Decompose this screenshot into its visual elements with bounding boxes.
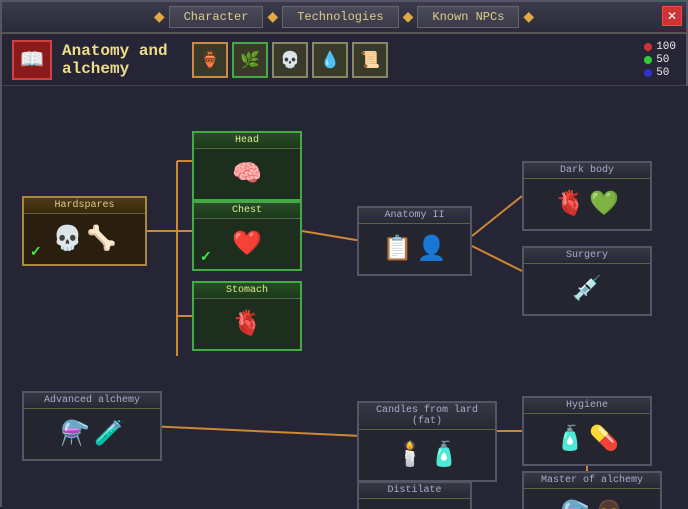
header-icon-4[interactable]: 💧 [312, 42, 348, 78]
header-title: Anatomy andalchemy [62, 42, 182, 78]
distilate-body: ⚗️ [396, 499, 434, 509]
hygiene-title: Hygiene [524, 398, 650, 414]
anatomy2-icon-1: 📋 [383, 234, 413, 264]
nav-bar: ◆ Character ◆ Technologies ◆ Known NPCs … [2, 2, 686, 34]
node-stomach[interactable]: Stomach 🫀 [192, 281, 302, 351]
header-main-icon: 📖 [12, 40, 52, 80]
node-candles[interactable]: Candles from lard (fat) 🕯️ 🧴 [357, 401, 497, 482]
chest-title: Chest [194, 203, 300, 219]
close-button[interactable]: ✕ [662, 6, 682, 26]
res-val-green: 50 [656, 54, 669, 66]
candles-body: 🕯️ 🧴 [391, 430, 463, 480]
node-dark-body[interactable]: Dark body 🫀 💚 [522, 161, 652, 231]
surgery-title: Surgery [524, 248, 650, 264]
res-val-red: 100 [656, 41, 676, 53]
header-icons: 🏺 🌿 💀 💧 📜 [192, 42, 388, 78]
candles-title: Candles from lard (fat) [359, 403, 495, 430]
hygiene-icon-1: 🧴 [555, 424, 585, 454]
node-hygiene[interactable]: Hygiene 🧴 💊 [522, 396, 652, 466]
nav-diamond-left: ◆ [154, 9, 165, 26]
header-icon-3[interactable]: 💀 [272, 42, 308, 78]
anatomy2-body: 📋 👤 [379, 224, 451, 274]
res-dot-red [644, 43, 652, 51]
master-alchemy-title: Master of alchemy [524, 473, 660, 489]
advanced-alchemy-icon-2: 🧪 [94, 419, 124, 449]
surgery-icon: 💉 [572, 274, 602, 304]
node-advanced-alchemy[interactable]: Advanced alchemy ⚗️ 🧪 [22, 391, 162, 461]
game-window: ◆ Character ◆ Technologies ◆ Known NPCs … [0, 0, 688, 507]
node-head[interactable]: Head 🧠 [192, 131, 302, 201]
tab-character[interactable]: Character [169, 6, 264, 28]
header-icon-5[interactable]: 📜 [352, 42, 388, 78]
candles-icon-2: 🧴 [429, 440, 459, 470]
stomach-icon: 🫀 [232, 309, 262, 339]
header-row: 📖 Anatomy andalchemy 🏺 🌿 💀 💧 📜 100 50 50 [2, 34, 686, 86]
resource-green: 50 [644, 54, 676, 66]
nav-diamond-right: ◆ [523, 9, 534, 26]
hardspares-icon-bone: 🦴 [87, 224, 117, 254]
advanced-alchemy-body: ⚗️ 🧪 [56, 409, 128, 459]
head-icon: 🧠 [232, 159, 262, 189]
res-dot-blue [644, 69, 652, 77]
header-icon-1[interactable]: 🏺 [192, 42, 228, 78]
main-area: Hardspares 💀 🦴 ✓ Head 🧠 Chest ❤️ ✓ Stoma… [2, 86, 688, 509]
tab-known-npcs[interactable]: Known NPCs [417, 6, 519, 28]
node-master-alchemy[interactable]: Master of alchemy ⚗️ 👨 [522, 471, 662, 509]
res-val-blue: 50 [656, 67, 669, 79]
hardspares-icon-skull: 💀 [53, 224, 83, 254]
node-hardspares[interactable]: Hardspares 💀 🦴 ✓ [22, 196, 147, 266]
candles-icon-1: 🕯️ [395, 440, 425, 470]
anatomy2-title: Anatomy II [359, 208, 470, 224]
node-chest[interactable]: Chest ❤️ ✓ [192, 201, 302, 271]
resource-blue: 50 [644, 67, 676, 79]
chest-icon: ❤️ [232, 229, 262, 259]
header-resources: 100 50 50 [644, 41, 676, 79]
stomach-body: 🫀 [228, 299, 266, 349]
chest-check: ✓ [200, 249, 212, 266]
hardspares-title: Hardspares [24, 198, 145, 214]
head-body: 🧠 [228, 149, 266, 199]
surgery-body: 💉 [568, 264, 606, 314]
advanced-alchemy-title: Advanced alchemy [24, 393, 160, 409]
nav-diamond-3: ◆ [403, 9, 414, 26]
resource-red: 100 [644, 41, 676, 53]
chest-body: ❤️ [228, 219, 266, 269]
hardspares-body: 💀 🦴 [49, 214, 121, 264]
head-title: Head [194, 133, 300, 149]
hardspares-check: ✓ [30, 244, 42, 261]
nav-diamond-2: ◆ [267, 9, 278, 26]
dark-body-title: Dark body [524, 163, 650, 179]
anatomy2-icon-2: 👤 [417, 234, 447, 264]
node-anatomy2[interactable]: Anatomy II 📋 👤 [357, 206, 472, 276]
advanced-alchemy-icon-1: ⚗️ [60, 419, 90, 449]
hygiene-icon-2: 💊 [589, 424, 619, 454]
dark-body-body: 🫀 💚 [551, 179, 623, 229]
master-alchemy-icon-2: 👨 [594, 499, 624, 509]
res-dot-green [644, 56, 652, 64]
dark-body-icon-2: 💚 [589, 189, 619, 219]
tab-technologies[interactable]: Technologies [282, 6, 398, 28]
dark-body-icon-1: 🫀 [555, 189, 585, 219]
node-distilate[interactable]: Distilate ⚗️ [357, 481, 472, 509]
hygiene-body: 🧴 💊 [551, 414, 623, 464]
stomach-title: Stomach [194, 283, 300, 299]
node-surgery[interactable]: Surgery 💉 [522, 246, 652, 316]
header-icon-2[interactable]: 🌿 [232, 42, 268, 78]
master-alchemy-icon-1: ⚗️ [560, 499, 590, 509]
master-alchemy-body: ⚗️ 👨 [556, 489, 628, 509]
distilate-title: Distilate [359, 483, 470, 499]
